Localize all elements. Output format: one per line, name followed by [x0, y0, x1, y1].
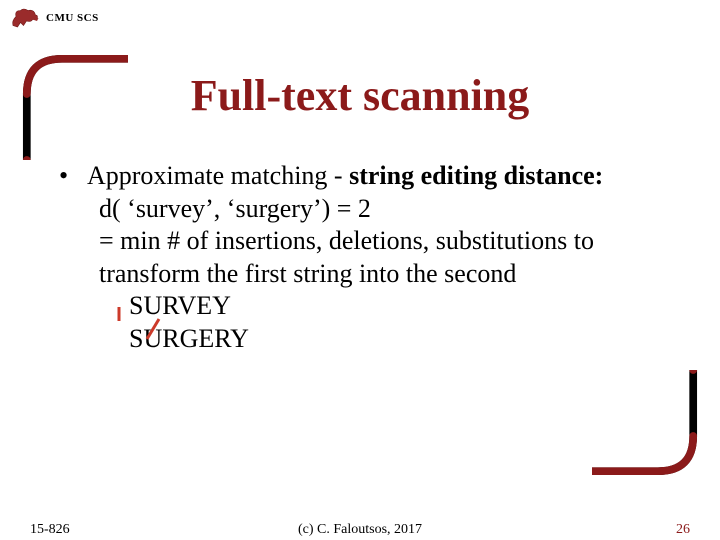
bullet-bold: string editing distance:	[349, 161, 603, 190]
slide-title: Full-text scanning	[0, 70, 720, 121]
bullet-text: Approximate matching - string editing di…	[87, 160, 655, 193]
slide-header: CMU SCS	[10, 6, 99, 30]
corner-arc-bottom-right	[592, 370, 702, 480]
bullet-lead: Approximate matching -	[87, 161, 349, 190]
insertion-mark-icon	[113, 307, 127, 323]
footer-copyright: (c) C. Faloutsos, 2017	[0, 522, 720, 538]
footer-page-number: 26	[676, 522, 690, 538]
bullet-dot-icon: •	[55, 160, 87, 193]
header-org-label: CMU SCS	[46, 12, 99, 24]
substitution-mark-icon	[145, 317, 163, 341]
slide-body: • Approximate matching - string editing …	[55, 160, 655, 355]
cmu-scotty-logo-icon	[10, 6, 40, 30]
bullet-line-3: = min # of insertions, deletions, substi…	[55, 225, 655, 290]
bullet-line-2: d( ‘survey’, ‘surgery’) = 2	[55, 193, 655, 226]
example-word-2: SURGERY	[55, 323, 655, 356]
